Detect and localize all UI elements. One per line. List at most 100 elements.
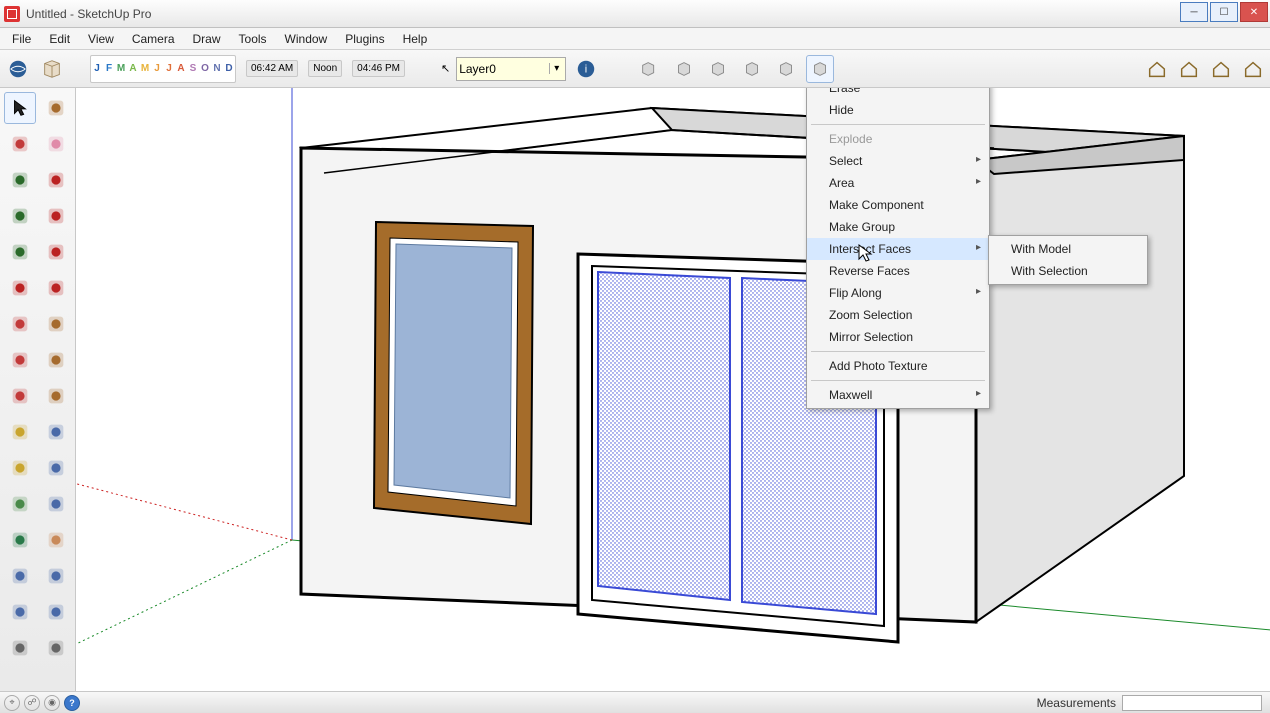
component-attributes-icon[interactable] xyxy=(1208,56,1234,82)
ctx-explode: Explode xyxy=(807,128,989,150)
solid-intersect-icon[interactable] xyxy=(670,55,698,83)
menu-edit[interactable]: Edit xyxy=(41,30,78,48)
ctx-maxwell[interactable]: Maxwell xyxy=(807,384,989,406)
circle-tool[interactable] xyxy=(4,200,36,232)
sandbox-icon[interactable] xyxy=(1240,56,1266,82)
sunrise-time: 06:42 AM xyxy=(246,60,298,77)
top-toolbar: J F M A M J J A S O N D 06:42 AM Noon 04… xyxy=(0,50,1270,88)
geolocation-icon[interactable]: ⌖ xyxy=(4,695,20,711)
menu-tools[interactable]: Tools xyxy=(231,30,275,48)
position-camera-tool[interactable] xyxy=(4,632,36,664)
ctx-reverse-faces[interactable]: Reverse Faces xyxy=(807,260,989,282)
close-button[interactable]: ✕ xyxy=(1240,2,1268,22)
freehand-tool[interactable] xyxy=(40,200,72,232)
credits-icon[interactable]: ☍ xyxy=(24,695,40,711)
previous-tool[interactable] xyxy=(40,596,72,628)
sunset-time: 04:46 PM xyxy=(352,60,405,77)
menu-view[interactable]: View xyxy=(80,30,122,48)
dynamic-component-icon[interactable] xyxy=(1144,56,1170,82)
window-controls: ─ ☐ ✕ xyxy=(1180,2,1268,22)
tape-tool[interactable] xyxy=(4,416,36,448)
layer-input[interactable] xyxy=(459,62,549,76)
select-tool[interactable] xyxy=(4,92,36,124)
zoom-tool[interactable] xyxy=(4,560,36,592)
pan-tool[interactable] xyxy=(40,524,72,556)
paint-bucket-tool[interactable] xyxy=(4,128,36,160)
layer-dropdown[interactable]: ▾ xyxy=(456,57,566,81)
solid-split-icon[interactable] xyxy=(806,55,834,83)
pushpull-tool[interactable] xyxy=(40,308,72,340)
menu-draw[interactable]: Draw xyxy=(185,30,229,48)
menu-plugins[interactable]: Plugins xyxy=(337,30,392,48)
3dtext-tool[interactable] xyxy=(40,488,72,520)
shadow-timeline[interactable]: J F M A M J J A S O N D xyxy=(90,55,236,83)
line-tool[interactable] xyxy=(40,164,72,196)
polygon-tool[interactable] xyxy=(4,236,36,268)
offset-tool[interactable] xyxy=(40,380,72,412)
measurements-label: Measurements xyxy=(1031,696,1122,710)
zoom-window-tool[interactable] xyxy=(40,560,72,592)
app-icon xyxy=(4,6,20,22)
arc-tool[interactable] xyxy=(40,236,72,268)
ctx-select[interactable]: Select xyxy=(807,150,989,172)
protractor-tool[interactable] xyxy=(4,452,36,484)
noon-label: Noon xyxy=(308,60,342,77)
followme-tool[interactable] xyxy=(40,344,72,376)
measurements-input[interactable] xyxy=(1122,695,1262,711)
component-options-icon[interactable] xyxy=(1176,56,1202,82)
ctx-add-photo-texture[interactable]: Add Photo Texture xyxy=(807,355,989,377)
scale-tool[interactable] xyxy=(4,380,36,412)
ctx-sub-with-selection[interactable]: With Selection xyxy=(989,260,1147,282)
orbit-tool[interactable] xyxy=(4,524,36,556)
look-around-tool[interactable] xyxy=(40,632,72,664)
rotate-tool[interactable] xyxy=(4,344,36,376)
maximize-button[interactable]: ☐ xyxy=(1210,2,1238,22)
extension-icon[interactable] xyxy=(38,55,66,83)
ctx-hide[interactable]: Hide xyxy=(807,99,989,121)
move-tool[interactable] xyxy=(4,308,36,340)
context-submenu[interactable]: With ModelWith Selection xyxy=(988,235,1148,285)
eraser-tool[interactable] xyxy=(40,128,72,160)
timeline-months[interactable]: J F M A M J J A S O N D xyxy=(91,63,235,74)
ctx-make-group[interactable]: Make Group xyxy=(807,216,989,238)
help-icon[interactable]: ? xyxy=(64,695,80,711)
menu-help[interactable]: Help xyxy=(395,30,436,48)
menu-window[interactable]: Window xyxy=(277,30,336,48)
solid-outer-shell-icon[interactable] xyxy=(636,55,664,83)
arc3-tool[interactable] xyxy=(40,272,72,304)
zoom-extents-tool[interactable] xyxy=(4,596,36,628)
title-bar: Untitled - SketchUp Pro ─ ☐ ✕ xyxy=(0,0,1270,28)
ctx-erase[interactable]: Erase xyxy=(807,88,989,99)
axes-tool[interactable] xyxy=(4,488,36,520)
solid-trim-icon[interactable] xyxy=(772,55,800,83)
ctx-area[interactable]: Area xyxy=(807,172,989,194)
make-component-tool[interactable] xyxy=(40,92,72,124)
arc2-tool[interactable] xyxy=(4,272,36,304)
side-toolbar xyxy=(0,88,76,691)
ctx-make-component[interactable]: Make Component xyxy=(807,194,989,216)
window-component[interactable] xyxy=(374,222,533,524)
claim-icon[interactable]: ◉ xyxy=(44,695,60,711)
ctx-sub-with-model[interactable]: With Model xyxy=(989,238,1147,260)
rectangle-tool[interactable] xyxy=(4,164,36,196)
ctx-intersect-faces[interactable]: Intersect FacesWith ModelWith Selection xyxy=(807,238,989,260)
dimension-tool[interactable] xyxy=(40,416,72,448)
menu-camera[interactable]: Camera xyxy=(124,30,183,48)
model-viewport[interactable]: Entity InfoEraseHideExplodeSelectAreaMak… xyxy=(76,88,1270,691)
chevron-down-icon[interactable]: ▾ xyxy=(549,63,563,74)
warehouse-icon[interactable] xyxy=(4,55,32,83)
ctx-mirror-selection[interactable]: Mirror Selection xyxy=(807,326,989,348)
status-bar: ⌖ ☍ ◉ ? Measurements xyxy=(0,691,1270,713)
menu-file[interactable]: File xyxy=(4,30,39,48)
context-menu[interactable]: Entity InfoEraseHideExplodeSelectAreaMak… xyxy=(806,88,990,409)
minimize-button[interactable]: ─ xyxy=(1180,2,1208,22)
svg-text:i: i xyxy=(585,63,587,75)
solid-subtract-icon[interactable] xyxy=(738,55,766,83)
ctx-flip-along[interactable]: Flip Along xyxy=(807,282,989,304)
layer-manager-icon[interactable]: i xyxy=(572,55,600,83)
solid-union-icon[interactable] xyxy=(704,55,732,83)
ctx-zoom-selection[interactable]: Zoom Selection xyxy=(807,304,989,326)
text-tool[interactable] xyxy=(40,452,72,484)
menu-bar: File Edit View Camera Draw Tools Window … xyxy=(0,28,1270,50)
cursor-icon: ↖ xyxy=(441,62,450,75)
